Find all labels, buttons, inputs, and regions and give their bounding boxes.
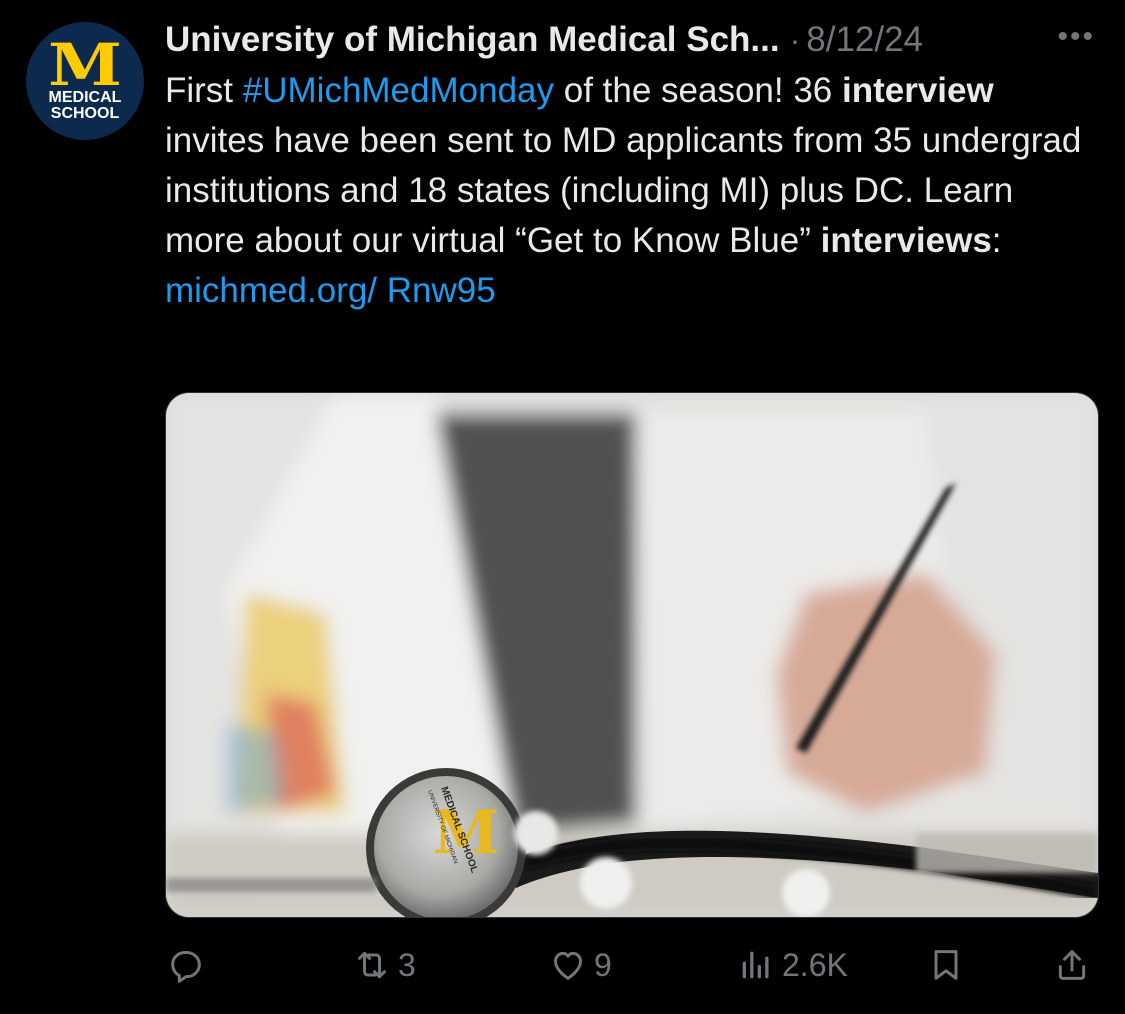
views-count: 2.6K: [782, 946, 848, 983]
text-part: :: [991, 221, 1002, 260]
bold-text: interview: [842, 71, 994, 110]
post-image[interactable]: M MEDICAL SCHOOL UNIVERSITY OF MICHIGAN: [165, 392, 1099, 918]
separator-dot: ·: [789, 21, 801, 58]
post-header: University of Michigan Medical Sch... · …: [165, 14, 1105, 66]
repost-count: 3: [398, 946, 416, 983]
text-part: of the season! 36: [554, 71, 842, 110]
author-name[interactable]: University of Michigan Medical Sch...: [165, 20, 780, 60]
heart-icon: [554, 951, 582, 980]
avatar-line2: SCHOOL: [50, 105, 120, 122]
share-icon: [1058, 950, 1086, 980]
action-bar: 3 9 2.6K: [0, 935, 1125, 995]
repost-icon: [358, 951, 386, 979]
more-options-icon[interactable]: •••: [1057, 20, 1095, 54]
views-button[interactable]: 2.6K: [736, 935, 848, 995]
url-link[interactable]: michmed.org/ Rnw95: [165, 271, 496, 310]
photo-illustration: M MEDICAL SCHOOL UNIVERSITY OF MICHIGAN: [166, 393, 1098, 917]
repost-button[interactable]: 3: [352, 935, 416, 995]
views-icon: [742, 951, 769, 979]
like-count: 9: [594, 946, 612, 983]
avatar[interactable]: M MEDICAL SCHOOL: [26, 22, 144, 140]
reply-icon: [171, 951, 201, 983]
text-part: First: [165, 71, 243, 110]
reply-button[interactable]: [166, 935, 212, 995]
avatar-letter: M: [48, 31, 122, 99]
post-text: First #UMichMedMonday of the season! 36 …: [165, 66, 1095, 316]
bookmark-icon: [934, 950, 958, 980]
post-date[interactable]: 8/12/24: [806, 20, 923, 60]
like-button[interactable]: 9: [548, 935, 612, 995]
share-button[interactable]: [1052, 935, 1092, 995]
bookmark-button[interactable]: [926, 935, 966, 995]
bold-text: interviews: [820, 221, 992, 260]
hashtag-link[interactable]: #UMichMedMonday: [243, 71, 554, 110]
